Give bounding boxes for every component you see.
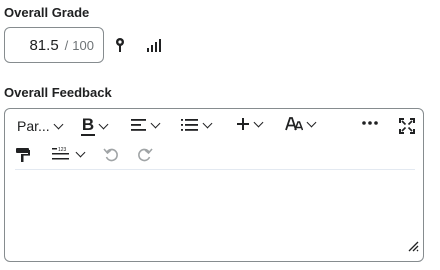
feedback-text-area[interactable]: [15, 175, 415, 247]
grade-separator: /: [64, 37, 69, 53]
chevron-down-icon: [306, 117, 317, 127]
chevron-down-icon: [53, 119, 64, 129]
format-painter-button[interactable]: [15, 147, 31, 163]
line-height-dropdown[interactable]: 123: [52, 147, 86, 161]
bold-dropdown[interactable]: B: [81, 115, 109, 136]
format-painter-icon: [16, 148, 30, 162]
redo-button[interactable]: [137, 146, 153, 162]
line-height-icon: 123: [52, 147, 69, 160]
fullscreen-icon: [399, 118, 415, 134]
grade-score[interactable]: 81.5: [29, 37, 58, 54]
font-size-dropdown[interactable]: [285, 117, 317, 131]
alignment-dropdown[interactable]: [131, 118, 161, 132]
chevron-down-icon: [150, 118, 161, 128]
bold-icon: B: [81, 115, 95, 136]
grade-input[interactable]: 81.5 / 100: [4, 27, 104, 63]
insert-dropdown[interactable]: [236, 117, 264, 131]
list-dropdown[interactable]: [181, 118, 213, 132]
chevron-down-icon: [202, 118, 213, 128]
more-icon: [362, 121, 378, 125]
plus-icon: [237, 118, 249, 130]
feedback-editor[interactable]: Par... B 123: [4, 108, 424, 262]
chevron-down-icon: [75, 147, 86, 157]
resize-handle-icon[interactable]: [407, 239, 419, 257]
undo-button[interactable]: [103, 146, 119, 162]
more-button[interactable]: [361, 120, 379, 126]
align-left-icon: [131, 119, 146, 131]
overall-feedback-label: Overall Feedback: [4, 85, 112, 100]
overall-grade-label: Overall Grade: [4, 5, 90, 20]
fullscreen-button[interactable]: [399, 118, 415, 134]
chevron-down-icon: [253, 117, 264, 127]
grade-max: 100: [72, 37, 94, 53]
paragraph-format-label: Par...: [17, 118, 50, 134]
chevron-down-icon: [98, 119, 109, 129]
svg-text:123: 123: [58, 147, 67, 153]
pin-icon[interactable]: [112, 35, 128, 55]
bullet-list-icon: [181, 119, 198, 131]
redo-icon: [138, 148, 153, 162]
signal-bars-icon[interactable]: [145, 36, 165, 54]
undo-icon: [103, 148, 118, 162]
paragraph-format-dropdown[interactable]: Par...: [17, 118, 64, 134]
font-size-icon: [285, 117, 303, 131]
toolbar-divider: [15, 169, 415, 170]
